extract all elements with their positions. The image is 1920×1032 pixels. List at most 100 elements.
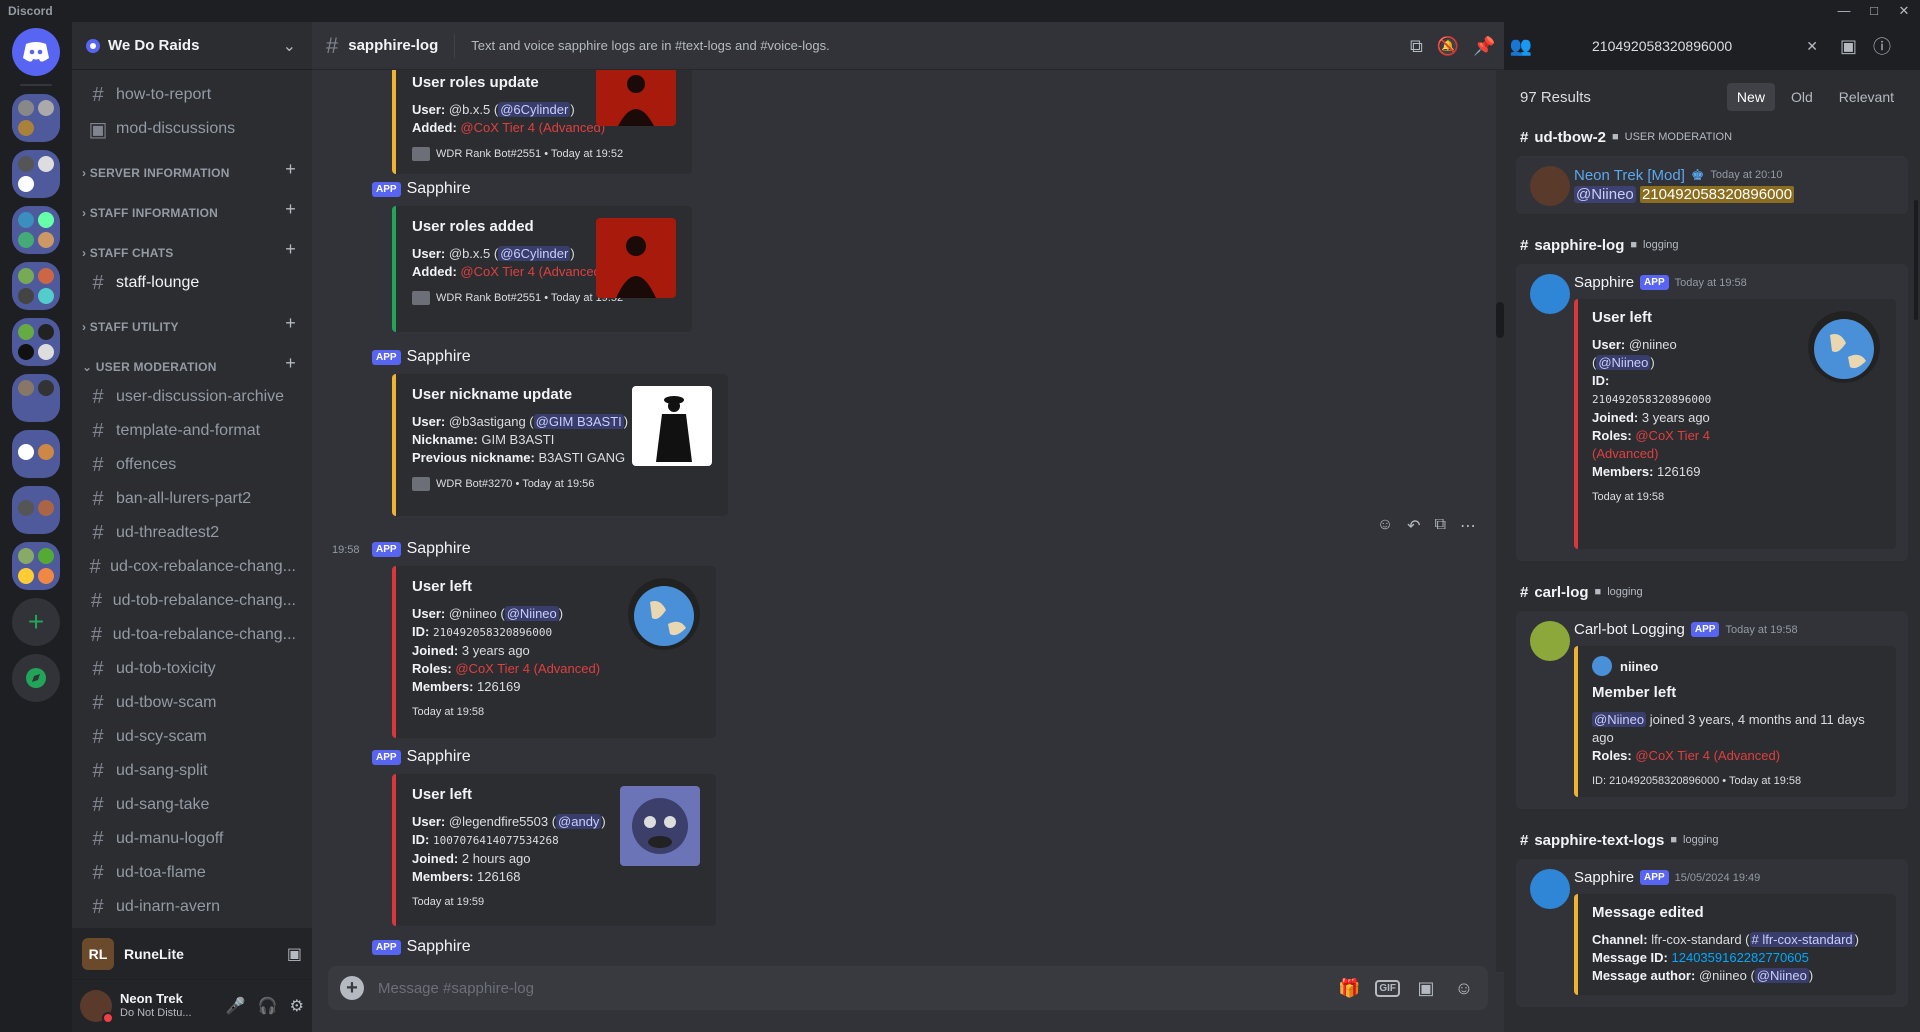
search-result[interactable]: Neon Trek [Mod] ♚ Today at 20:10 @Niineo 2… — [1516, 156, 1908, 214]
add-reaction-icon[interactable]: ☺ — [1377, 516, 1393, 536]
create-channel-icon[interactable]: + — [285, 159, 296, 180]
sort-tab-relevant[interactable]: Relevant — [1829, 83, 1904, 111]
search-result[interactable]: Sapphire APP Today at 19:58 User left User… — [1516, 264, 1908, 561]
channel-ud-threadtest2[interactable]: # ud-threadtest2 — [80, 516, 304, 550]
avatar-thumbnail[interactable] — [1808, 311, 1880, 383]
channel-mention[interactable]: # lfr-cox-standard — [1749, 932, 1855, 947]
activity-icon[interactable]: ▣ — [287, 944, 302, 964]
sticker-icon[interactable]: ▣ — [1414, 978, 1438, 999]
author-avatar[interactable] — [1530, 166, 1570, 206]
author-name[interactable]: Sapphire — [1574, 274, 1634, 291]
author-name[interactable]: Sapphire — [407, 348, 471, 366]
channel-ud-toa-flame[interactable]: # ud-toa-flame — [80, 856, 304, 890]
avatar-thumbnail[interactable] — [620, 786, 700, 866]
author-name[interactable]: Sapphire — [1574, 869, 1634, 886]
home-button[interactable] — [12, 28, 60, 76]
sapphire-avatar[interactable] — [1530, 869, 1570, 909]
server-folder-7[interactable] — [12, 430, 60, 478]
server-folder-1[interactable] — [12, 94, 60, 142]
category-staff-utility[interactable]: › STAFF UTILITY + — [80, 300, 304, 340]
headphones-icon[interactable]: 🎧 — [258, 996, 278, 1016]
role-mention[interactable]: @CoX Tier 4 (Advanced) — [460, 120, 605, 135]
user-mention[interactable]: @Niineo — [1754, 968, 1809, 983]
category-staff-chats[interactable]: › STAFF CHATS + — [80, 226, 304, 266]
user-mention[interactable]: @Niineo — [1592, 712, 1647, 727]
server-folder-2[interactable] — [12, 150, 60, 198]
sort-tab-old[interactable]: Old — [1781, 83, 1823, 111]
channel-mod-discussions[interactable]: ▣ mod-discussions — [80, 112, 304, 146]
chevron-down-icon[interactable]: ⌄ — [283, 36, 296, 56]
inbox-icon[interactable]: ▣ — [1840, 36, 1857, 57]
server-folder-9[interactable] — [12, 542, 60, 590]
message-id-link[interactable]: 1240359162282770605 — [1672, 950, 1809, 965]
attach-plus-button[interactable]: + — [340, 976, 364, 1000]
thumbnail-image[interactable] — [632, 386, 712, 466]
user-mention[interactable]: @Niineo — [504, 606, 559, 621]
create-channel-icon[interactable]: + — [285, 313, 296, 334]
add-server-button[interactable]: + — [12, 598, 60, 646]
channel-ud-sang-split[interactable]: # ud-sang-split — [80, 754, 304, 788]
user-mention[interactable]: @andy — [556, 814, 602, 829]
create-channel-icon[interactable]: + — [285, 353, 296, 374]
help-icon[interactable]: ⓘ — [1873, 33, 1891, 59]
channel-how-to-report[interactable]: # how-to-report — [80, 78, 304, 112]
author-name[interactable]: Sapphire — [407, 540, 471, 558]
author-name[interactable]: Neon Trek [Mod] — [1574, 167, 1685, 184]
gif-button[interactable]: GIF — [1375, 979, 1400, 997]
microphone-icon[interactable]: 🎤 — [226, 996, 246, 1016]
notifications-muted-icon[interactable]: 🔕 — [1437, 36, 1459, 57]
channel-user-discussion-archive[interactable]: # user-discussion-archive — [80, 380, 304, 414]
category-staff-information[interactable]: › STAFF INFORMATION + — [80, 186, 304, 226]
member-list-icon[interactable]: 👥 — [1510, 36, 1532, 57]
channel-ud-tob-toxicity[interactable]: # ud-tob-toxicity — [80, 652, 304, 686]
channel-offences[interactable]: # offences — [80, 448, 304, 482]
reply-icon[interactable]: ↶ — [1407, 516, 1420, 536]
more-icon[interactable]: ⋯ — [1460, 516, 1476, 536]
sapphire-avatar[interactable] — [1530, 274, 1570, 314]
role-mention[interactable]: @CoX Tier 4 (Advanced) — [460, 264, 605, 279]
sort-tab-new[interactable]: New — [1726, 83, 1775, 111]
channel-ud-tob-rebalance-chang[interactable]: # ud-tob-rebalance-chang... — [80, 584, 304, 618]
search-input[interactable] — [1592, 38, 1807, 54]
channel-ud-inarn-avern[interactable]: # ud-inarn-avern — [80, 890, 304, 924]
result-channel[interactable]: # ud-tbow-2 ■ USER MODERATION — [1504, 124, 1920, 150]
role-mention[interactable]: @CoX Tier 4 (Advanced) — [1635, 748, 1780, 763]
chat-scrollbar[interactable] — [1496, 70, 1504, 972]
user-mention[interactable]: @GIM B3ASTI — [533, 414, 624, 429]
author-name[interactable]: Sapphire — [407, 748, 471, 766]
create-channel-icon[interactable]: + — [285, 199, 296, 220]
thumbnail-image[interactable] — [596, 218, 676, 298]
scroll-thumb[interactable] — [1496, 302, 1504, 338]
role-mention[interactable]: @CoX Tier 4 (Advanced) — [455, 661, 600, 676]
channel-ud-scy-scam[interactable]: # ud-scy-scam — [80, 720, 304, 754]
user-avatar[interactable] — [80, 990, 114, 1024]
search-result[interactable]: Carl-bot Logging APP Today at 19:58 niineo… — [1516, 611, 1908, 809]
user-mention[interactable]: @Niineo — [1574, 186, 1636, 203]
result-channel[interactable]: # sapphire-text-logs ■ logging — [1504, 827, 1920, 853]
user-mention[interactable]: @6Cylinder — [498, 102, 571, 117]
server-folder-3[interactable] — [12, 206, 60, 254]
message-input[interactable] — [378, 979, 1324, 997]
close-window-icon[interactable]: ✕ — [1896, 3, 1912, 19]
gear-icon[interactable]: ⚙ — [290, 996, 304, 1016]
gift-icon[interactable]: 🎁 — [1337, 978, 1361, 999]
create-channel-icon[interactable]: + — [285, 239, 296, 260]
emoji-icon[interactable]: ☺ — [1452, 978, 1476, 999]
channel-template-and-format[interactable]: # template-and-format — [80, 414, 304, 448]
channel-ban-all-lurers-part2[interactable]: # ban-all-lurers-part2 — [80, 482, 304, 516]
server-folder-6[interactable] — [12, 374, 60, 422]
maximize-icon[interactable]: □ — [1866, 3, 1882, 19]
avatar-thumbnail[interactable] — [628, 578, 700, 650]
pin-icon[interactable]: 📌 — [1473, 36, 1495, 57]
server-folder-5[interactable] — [12, 318, 60, 366]
channel-staff-lounge[interactable]: # staff-lounge — [80, 266, 304, 300]
result-channel[interactable]: # sapphire-log ■ logging — [1504, 232, 1920, 258]
channel-ud-sang-take[interactable]: # ud-sang-take — [80, 788, 304, 822]
activity-bar[interactable]: RL RuneLite ▣ — [72, 928, 312, 980]
results-scrollbar[interactable] — [1914, 200, 1918, 320]
carlbot-avatar[interactable] — [1530, 621, 1570, 661]
server-folder-8[interactable] — [12, 486, 60, 534]
channel-topic[interactable]: Text and voice sapphire logs are in #tex… — [471, 38, 829, 53]
channel-ud-manu-logoff[interactable]: # ud-manu-logoff — [80, 822, 304, 856]
thumbnail-image[interactable] — [596, 70, 676, 126]
